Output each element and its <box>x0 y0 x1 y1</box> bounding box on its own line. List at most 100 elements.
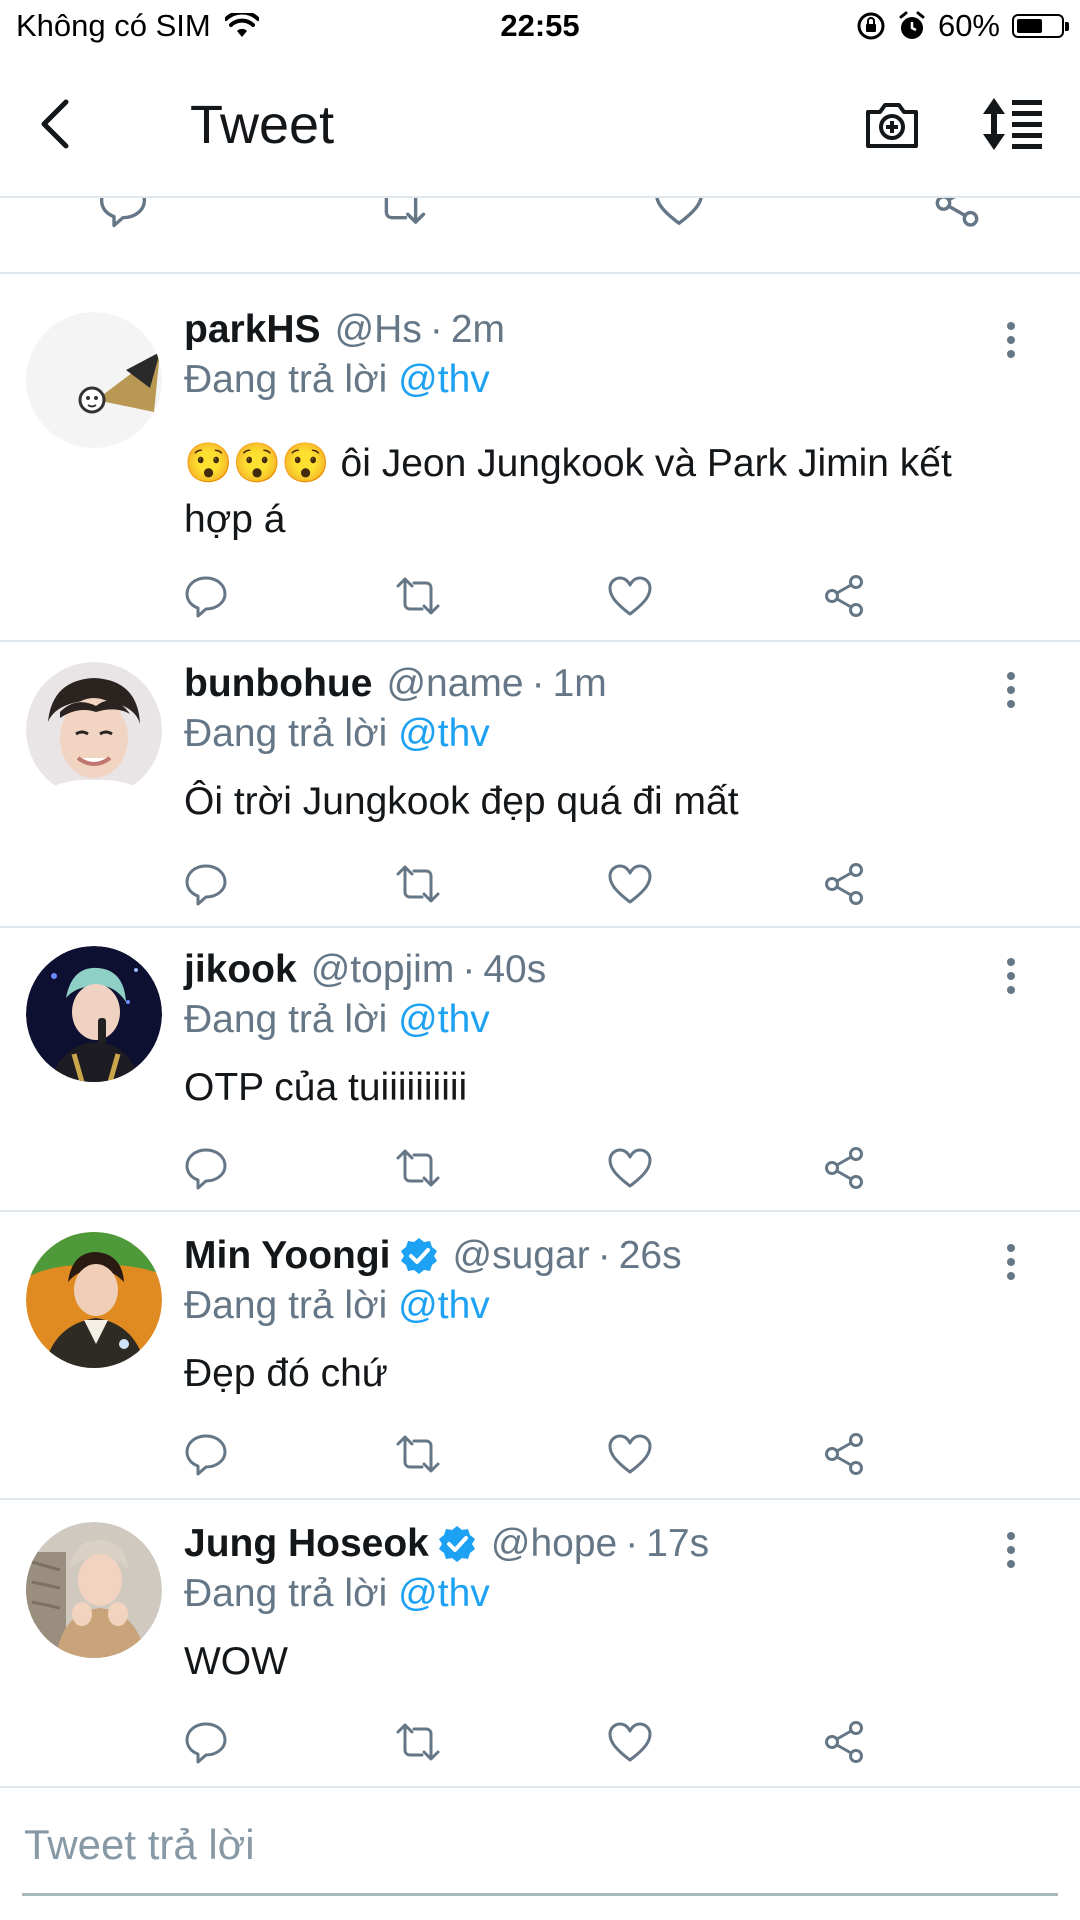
timestamp: 2m <box>450 308 506 351</box>
like-icon[interactable] <box>652 198 706 230</box>
mention-link[interactable]: @thv <box>398 1572 490 1615</box>
sort-icon[interactable] <box>980 94 1046 154</box>
reply-tweet-jikook[interactable]: jikook @topjim · 40s Đang trả lời @thv O… <box>0 928 1080 1212</box>
more-options-icon[interactable] <box>996 318 1026 362</box>
share-icon[interactable] <box>820 1718 868 1766</box>
share-icon[interactable] <box>820 860 868 908</box>
tweet-text: Ôi trời Jungkook đẹp quá đi mất <box>184 774 1024 830</box>
tweet-text-line: Đẹp đó chứ <box>184 1352 388 1395</box>
top-nav-bar: Tweet <box>0 56 1080 198</box>
share-icon[interactable] <box>820 1144 868 1192</box>
reply-input-underline <box>22 1893 1058 1896</box>
tweet-text-line: WOW <box>184 1640 288 1683</box>
replying-prefix: Đang trả lời <box>184 1284 388 1327</box>
replying-prefix: Đang trả lời <box>184 712 388 755</box>
retweet-icon[interactable] <box>394 1430 442 1478</box>
retweet-icon[interactable] <box>394 1718 442 1766</box>
user-handle: @name <box>386 662 524 705</box>
tweet-header: Jung Hoseok @hope · 17s <box>184 1522 709 1566</box>
timestamp: 1m <box>552 662 607 705</box>
display-name[interactable]: bunbohue <box>184 662 372 706</box>
tweet-header: jikook @topjim · 40s <box>184 948 546 992</box>
reply-icon[interactable] <box>182 572 230 620</box>
separator-dot: · <box>531 662 545 705</box>
mention-link[interactable]: @thv <box>398 358 490 401</box>
reply-icon[interactable] <box>182 860 230 908</box>
display-name[interactable]: Jung Hoseok <box>184 1522 429 1566</box>
more-options-icon[interactable] <box>996 668 1026 712</box>
user-handle: @topjim <box>310 948 455 991</box>
more-options-icon[interactable] <box>996 1240 1026 1284</box>
tweet-text: 😯😯😯 ôi Jeon Jungkook và Park Jimin kết h… <box>184 436 1024 548</box>
mention-link[interactable]: @thv <box>398 1284 490 1327</box>
retweet-icon[interactable] <box>374 198 428 230</box>
back-arrow-icon[interactable] <box>28 94 88 154</box>
reply-tweet-min-yoongi[interactable]: Min Yoongi @sugar · 26s Đang trả lời @th… <box>0 1212 1080 1500</box>
reply-icon[interactable] <box>182 1430 230 1478</box>
more-options-icon[interactable] <box>996 1528 1026 1572</box>
alarm-icon <box>898 11 926 41</box>
timestamp: 17s <box>646 1522 710 1565</box>
user-handle: @Hs <box>334 308 422 351</box>
retweet-icon[interactable] <box>394 572 442 620</box>
verified-badge-icon <box>437 1524 477 1564</box>
replying-to: Đang trả lời @thv <box>184 1284 490 1328</box>
display-name[interactable]: Min Yoongi <box>184 1234 391 1278</box>
previous-tweet-actions <box>0 198 1080 274</box>
mention-link[interactable]: @thv <box>398 712 490 755</box>
replying-prefix: Đang trả lời <box>184 358 388 401</box>
avatar[interactable] <box>26 946 162 1082</box>
reply-icon[interactable] <box>182 1718 230 1766</box>
tweet-header: Min Yoongi @sugar · 26s <box>184 1234 682 1278</box>
reply-tweet-jung-hoseok[interactable]: Jung Hoseok @hope · 17s Đang trả lời @th… <box>0 1500 1080 1786</box>
reply-composer <box>0 1786 1080 1896</box>
status-bar: Không có SIM 22:55 60% <box>0 0 1080 56</box>
mention-link[interactable]: @thv <box>398 998 490 1041</box>
separator-dot: · <box>597 1234 611 1277</box>
reply-icon[interactable] <box>182 1144 230 1192</box>
reply-input[interactable] <box>22 1816 1026 1874</box>
battery-percent: 60% <box>937 8 1000 43</box>
reply-tweet-bunbohue[interactable]: bunbohue @name · 1m Đang trả lời @thv Ôi… <box>0 642 1080 928</box>
camera-plus-icon[interactable] <box>862 94 922 154</box>
share-icon[interactable] <box>930 198 984 230</box>
replying-to: Đang trả lời @thv <box>184 1572 490 1616</box>
tweet-text: Đẹp đó chứ <box>184 1346 1024 1402</box>
reply-tweet-parkhs[interactable]: parkHS @Hs · 2m Đang trả lời @thv 😯😯😯 ôi… <box>0 274 1080 642</box>
tweet-header: bunbohue @name · 1m <box>184 662 607 706</box>
replying-prefix: Đang trả lời <box>184 998 388 1041</box>
user-handle: @hope <box>490 1522 618 1565</box>
like-icon[interactable] <box>606 1718 654 1766</box>
separator-dot: · <box>625 1522 639 1565</box>
tweet-text-line: 😯😯😯 ôi Jeon Jungkook và Park Jimin kết <box>184 442 952 485</box>
share-icon[interactable] <box>820 1430 868 1478</box>
separator-dot: · <box>429 308 443 351</box>
retweet-icon[interactable] <box>394 860 442 908</box>
like-icon[interactable] <box>606 572 654 620</box>
reply-icon[interactable] <box>96 198 150 230</box>
avatar[interactable] <box>26 1522 162 1658</box>
replying-to: Đang trả lời @thv <box>184 358 490 402</box>
avatar[interactable] <box>26 312 162 448</box>
timestamp: 26s <box>618 1234 682 1277</box>
display-name[interactable]: parkHS <box>184 308 321 352</box>
battery-icon <box>1012 14 1069 38</box>
share-icon[interactable] <box>820 572 868 620</box>
avatar[interactable] <box>26 1232 162 1368</box>
replying-to: Đang trả lời @thv <box>184 998 490 1042</box>
status-bar-right: 60% <box>856 8 1069 44</box>
tweet-text-line: OTP của tuiiiiiiiiii <box>184 1066 468 1109</box>
more-options-icon[interactable] <box>996 954 1026 998</box>
like-icon[interactable] <box>606 1144 654 1192</box>
avatar[interactable] <box>26 662 162 798</box>
tweet-text-line: hợp á <box>184 498 286 541</box>
replying-to: Đang trả lời @thv <box>184 712 490 756</box>
tweet-text: OTP của tuiiiiiiiiii <box>184 1060 1024 1116</box>
display-name[interactable]: jikook <box>184 948 297 992</box>
like-icon[interactable] <box>606 1430 654 1478</box>
like-icon[interactable] <box>606 860 654 908</box>
rotation-lock-icon <box>856 11 886 41</box>
separator-dot: · <box>462 948 476 991</box>
verified-badge-icon <box>399 1236 439 1276</box>
retweet-icon[interactable] <box>394 1144 442 1192</box>
